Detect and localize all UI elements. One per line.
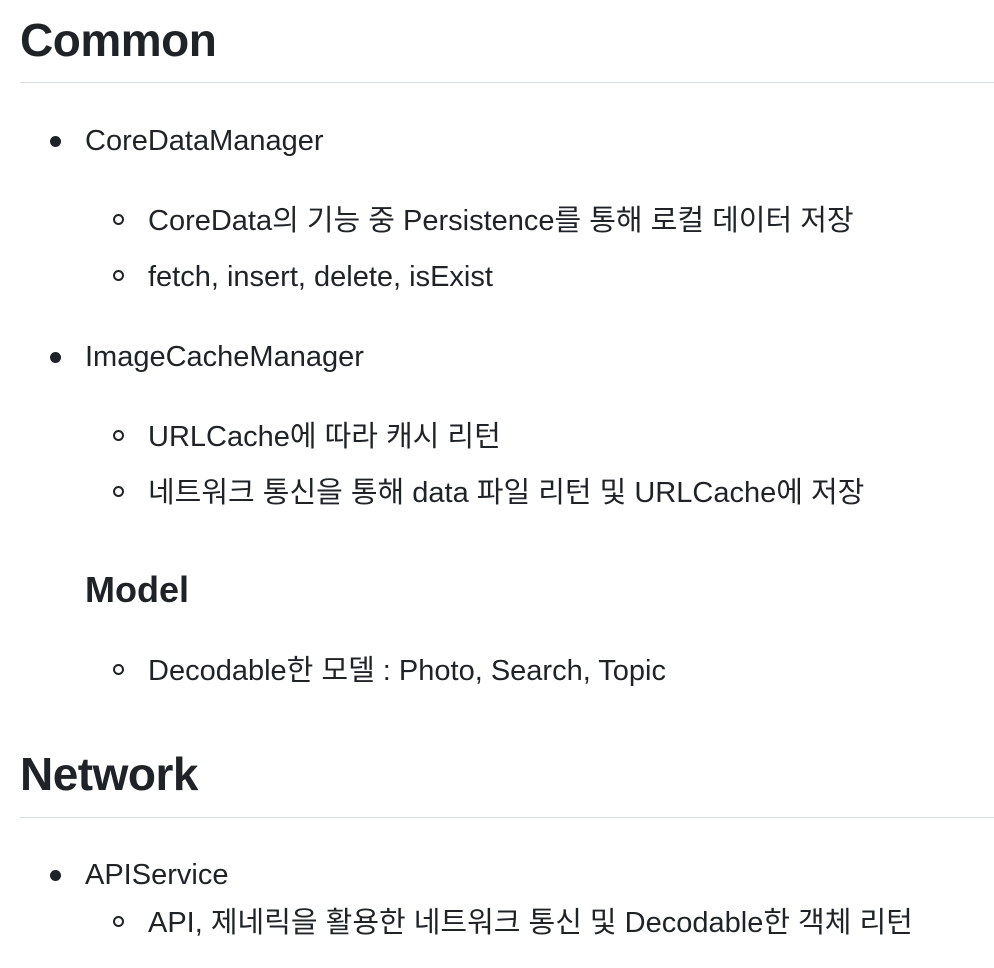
bullet-circle <box>113 270 124 281</box>
list-item-apiservice: APIService <box>85 859 229 891</box>
section-heading-common: Common <box>20 14 217 66</box>
heading-divider <box>20 82 994 83</box>
sub-list-item: Decodable한 모델 : Photo, Search, Topic <box>148 655 666 687</box>
sub-list-item: fetch, insert, delete, isExist <box>148 261 493 293</box>
heading-divider <box>20 817 994 818</box>
readme-document: Common CoreDataManager CoreData의 기능 중 Pe… <box>0 0 994 968</box>
bullet-circle <box>113 486 124 497</box>
bullet-circle <box>113 430 124 441</box>
sub-list-item: URLCache에 따라 캐시 리턴 <box>148 421 501 453</box>
bullet-disc <box>50 870 61 881</box>
bullet-circle <box>113 916 124 927</box>
bullet-circle <box>113 214 124 225</box>
bullet-circle <box>113 664 124 675</box>
section-heading-network: Network <box>20 748 198 800</box>
sub-list-item: API, 제네릭을 활용한 네트워크 통신 및 Decodable한 객체 리턴 <box>148 907 913 939</box>
bullet-disc <box>50 352 61 363</box>
sub-list-item: 네트워크 통신을 통해 data 파일 리턴 및 URLCache에 저장 <box>148 477 865 509</box>
bullet-disc <box>50 136 61 147</box>
list-item-imagecachemanager: ImageCacheManager <box>85 341 364 373</box>
list-item-coredatamanager: CoreDataManager <box>85 125 324 157</box>
sub-list-item: CoreData의 기능 중 Persistence를 통해 로컬 데이터 저장 <box>148 205 854 237</box>
subsection-heading-model: Model <box>85 569 189 610</box>
